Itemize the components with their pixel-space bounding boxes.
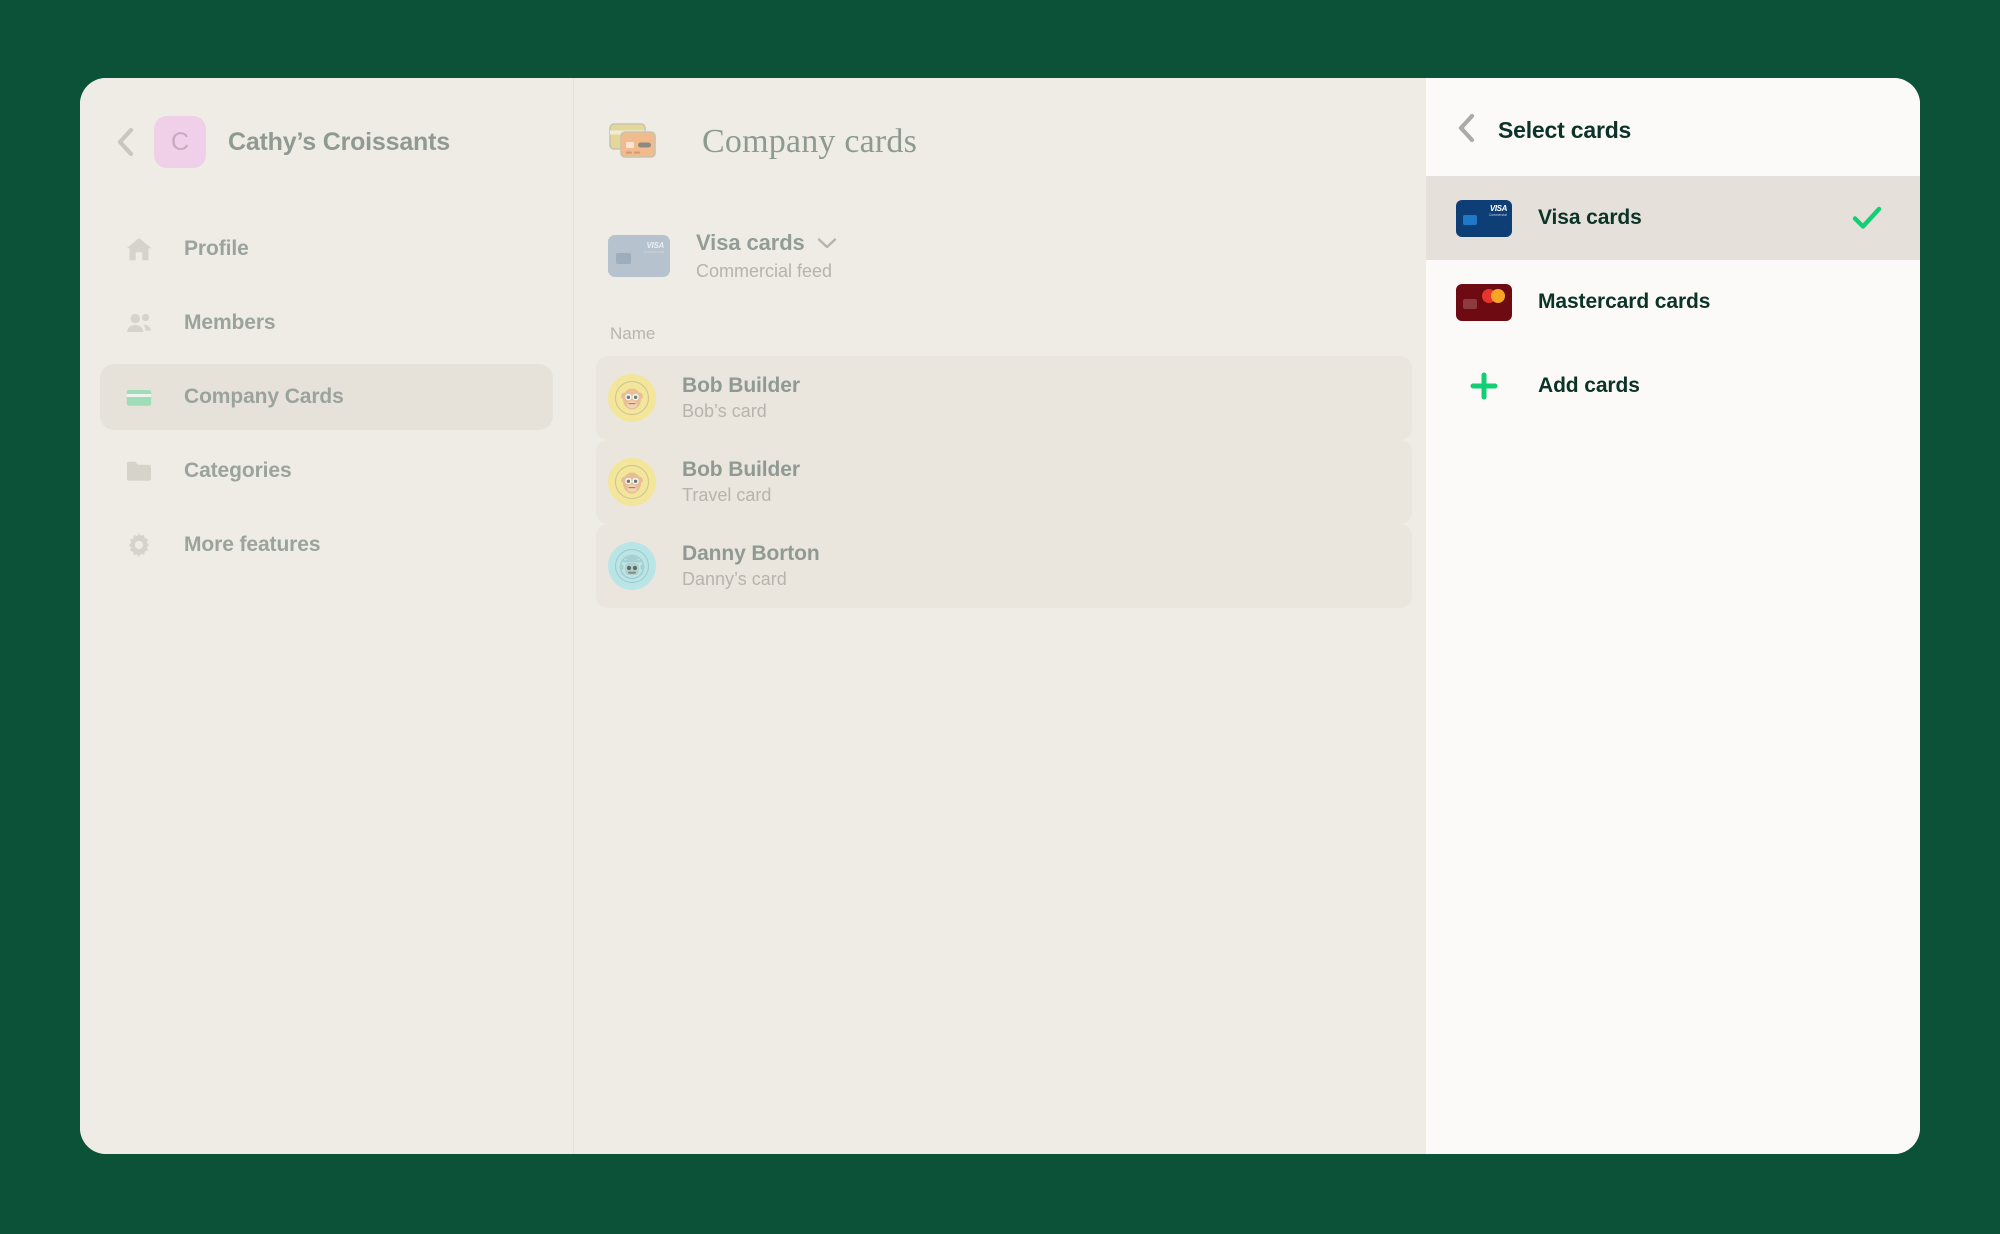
chevron-down-icon [817,237,837,250]
card-feed-text: Visa cards Commercial feed [696,230,837,282]
visa-logo-text: VISA [1489,203,1507,213]
visa-card-icon: VISA Commercial [1456,199,1512,237]
select-cards-panel: Select cards VISA Commercial Visa cards [1426,78,1920,1154]
sidebar-item-label: More features [184,533,321,556]
table-row[interactable]: Bob Builder Travel card [596,440,1412,524]
visa-card-thumbnail: VISA Commercial [608,235,670,277]
column-header-name: Name [610,324,656,343]
chevron-left-icon [117,127,134,157]
main-content: Company cards VISA Commercial Visa cards… [574,78,1426,1154]
org-name: Cathy’s Croissants [228,127,450,156]
card-option-label: Visa cards [1538,206,1642,229]
sidebar-item-more-features[interactable]: More features [100,512,553,578]
visa-brand-subtext: Commercial [643,250,664,254]
card-chip-icon [1463,298,1477,309]
home-icon [122,232,156,266]
card-option-label: Mastercard cards [1538,290,1711,313]
main-header: Company cards [574,78,1426,188]
org-avatar: C [154,116,206,168]
sidebar-item-members[interactable]: Members [100,290,553,356]
app-window: C Cathy’s Croissants Profile Members Com… [80,78,1920,1154]
visa-brand-text: VISA [646,241,665,250]
org-header: C Cathy’s Croissants [80,96,573,188]
sidebar-back-button[interactable] [108,125,142,159]
card-chip-icon [616,253,631,264]
row-text: Bob Builder Bob’s card [682,374,800,422]
card-option-mastercard[interactable]: Mastercard cards [1426,260,1920,344]
add-cards-label: Add cards [1538,374,1640,397]
sidebar: C Cathy’s Croissants Profile Members Com… [80,78,574,1154]
sidebar-item-label: Members [184,311,276,334]
sidebar-item-label: Profile [184,237,249,260]
select-cards-header: Select cards [1426,84,1920,176]
card-label: Travel card [682,485,772,505]
card-feed-selector[interactable]: Visa cards [696,230,837,256]
table-row[interactable]: Bob Builder Bob’s card [596,356,1412,440]
cardholder-name: Bob Builder [682,458,800,481]
credit-card-icon [122,380,156,414]
cardholder-name: Bob Builder [682,374,800,397]
sidebar-item-categories[interactable]: Categories [100,438,553,504]
sidebar-nav: Profile Members Company Cards Categories… [80,216,573,578]
robot-avatar [608,542,656,590]
monkey-avatar [608,374,656,422]
row-text: Danny Borton Danny’s card [682,542,820,590]
visa-logo-subtext: Commercial [1488,212,1507,217]
card-feed-summary: VISA Commercial Visa cards Commercial fe… [574,230,1426,282]
row-text: Bob Builder Travel card [682,458,800,506]
people-icon [122,306,156,340]
table-row[interactable]: Danny Borton Danny’s card [596,524,1412,608]
gear-icon [122,528,156,562]
folder-icon [122,454,156,488]
cardholder-name: Danny Borton [682,542,820,565]
panel-title: Select cards [1498,116,1632,143]
card-label: Danny’s card [682,569,787,589]
mastercard-card-icon [1456,283,1512,321]
chevron-left-icon [1458,113,1475,142]
sidebar-item-profile[interactable]: Profile [100,216,553,282]
card-list: Bob Builder Bob’s card Bob Builder Trave… [574,356,1426,608]
check-icon [1850,201,1884,235]
sidebar-item-label: Company Cards [184,385,344,408]
card-chip-icon [1463,214,1477,225]
mastercard-logo-icon [1482,288,1506,303]
card-feed-name: Visa cards [696,230,805,255]
sidebar-item-label: Categories [184,459,292,482]
stacked-cards-icon [606,119,660,166]
monkey-avatar [608,458,656,506]
add-cards-button[interactable]: Add cards [1426,344,1920,428]
card-feed-subtitle: Commercial feed [696,261,833,281]
plus-icon [1456,371,1512,401]
page-title: Company cards [702,123,918,160]
sidebar-item-company-cards[interactable]: Company Cards [100,364,553,430]
card-option-visa[interactable]: VISA Commercial Visa cards [1426,176,1920,260]
card-label: Bob’s card [682,401,767,421]
panel-back-button[interactable] [1456,113,1476,148]
